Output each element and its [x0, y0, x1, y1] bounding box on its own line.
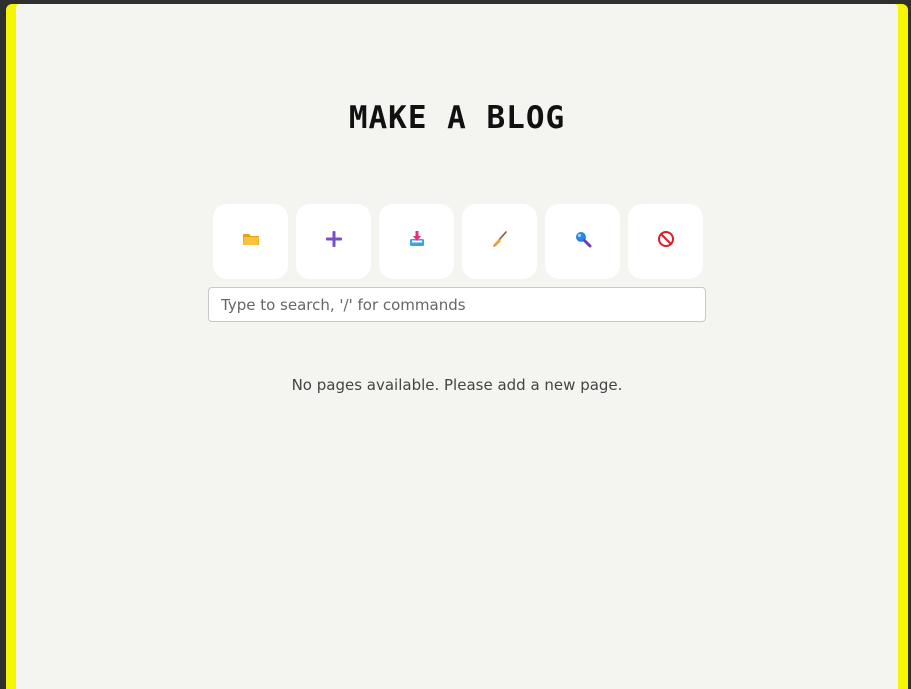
- search-button[interactable]: [545, 204, 620, 279]
- import-button[interactable]: [379, 204, 454, 279]
- plus-icon: [325, 230, 343, 253]
- folder-icon: [242, 230, 260, 253]
- clean-button[interactable]: [462, 204, 537, 279]
- no-entry-icon: [657, 230, 675, 253]
- search-input[interactable]: [208, 287, 706, 322]
- magnifier-icon: [574, 230, 592, 253]
- broom-icon: [491, 230, 509, 253]
- open-folder-button[interactable]: [213, 204, 288, 279]
- page-title: MAKE A BLOG: [348, 100, 566, 136]
- main-page: MAKE A BLOG Type to search, '/' for comm…: [16, 4, 898, 689]
- app-window: MAKE A BLOG Type to search, '/' for comm…: [0, 0, 911, 689]
- download-tray-icon: [408, 230, 426, 253]
- toolbar: [213, 204, 703, 279]
- add-page-button[interactable]: [296, 204, 371, 279]
- empty-state-message: No pages available. Please add a new pag…: [291, 376, 623, 394]
- block-button[interactable]: [628, 204, 703, 279]
